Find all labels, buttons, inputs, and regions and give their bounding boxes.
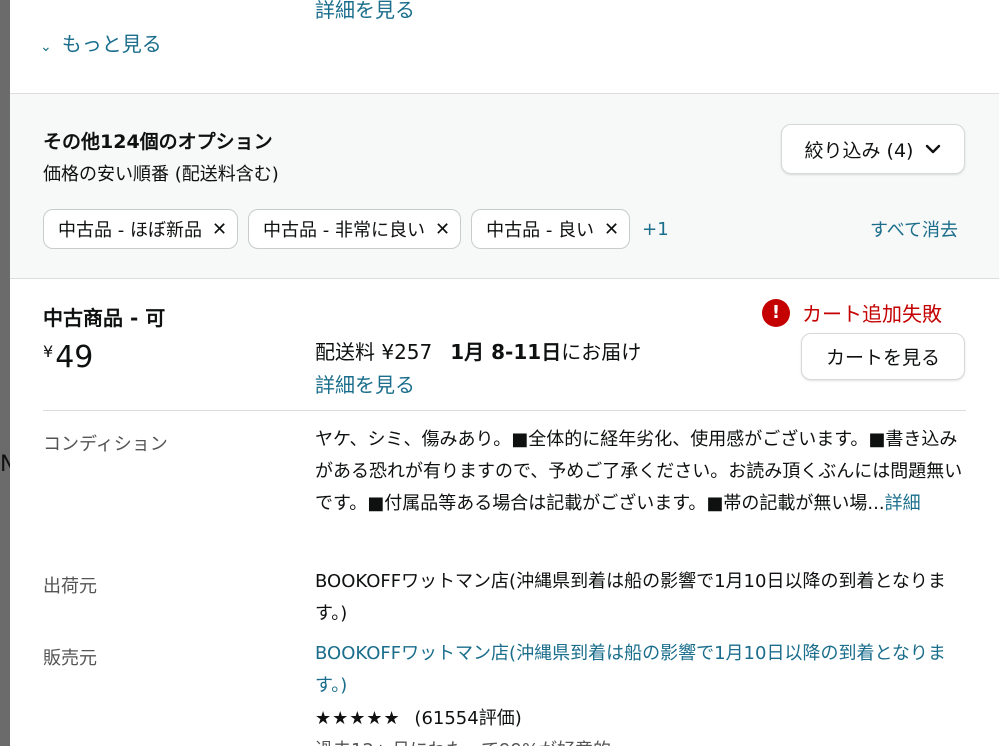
- cart-error-message: ! カート追加失敗: [762, 298, 942, 327]
- offer-condition-title: 中古商品 - 可: [43, 306, 166, 330]
- options-filter-section: その他124個のオプション 価格の安い順番 (配送料含む) 絞り込み (4) 中…: [10, 94, 999, 279]
- rating-count: (61554評価): [414, 708, 522, 729]
- positive-feedback-text: 過去12ヶ月にわたって99%が好意的: [315, 736, 611, 746]
- star-rating-icon: ★★★★★: [315, 708, 401, 729]
- currency-symbol: ¥: [43, 342, 54, 361]
- ships-from-label: 出荷元: [43, 576, 97, 597]
- chip-label: 中古品 - 非常に良い: [263, 220, 425, 241]
- price-value: 49: [55, 340, 94, 375]
- filter-button[interactable]: 絞り込み (4): [781, 124, 965, 174]
- offer-price: ¥49: [43, 340, 93, 375]
- close-icon[interactable]: ✕: [435, 219, 450, 240]
- condition-description: ヤケ、シミ、傷みあり。■全体的に経年劣化、使用感がございます。■書き込みがある恐…: [315, 424, 970, 520]
- options-title: その他124個のオプション: [43, 131, 273, 153]
- filter-chip-very-good[interactable]: 中古品 - 非常に良い ✕: [248, 209, 462, 249]
- close-icon[interactable]: ✕: [604, 219, 619, 240]
- alert-icon: !: [762, 298, 790, 327]
- filter-chip-like-new[interactable]: 中古品 - ほぼ新品 ✕: [43, 209, 239, 249]
- background-page-edge: [0, 0, 10, 746]
- background-fragment: N: [0, 452, 10, 477]
- close-icon[interactable]: ✕: [212, 219, 227, 240]
- delivery-suffix: にお届け: [561, 340, 642, 364]
- delivery-date: 1月 8-11日: [450, 340, 562, 364]
- condition-text: ヤケ、シミ、傷みあり。■全体的に経年劣化、使用感がございます。■書き込みがある恐…: [315, 429, 963, 514]
- shipping-detail-link[interactable]: 詳細を見る: [315, 369, 415, 398]
- condition-label: コンディション: [43, 434, 168, 455]
- chip-label: 中古品 - 良い: [486, 220, 595, 241]
- chevron-down-icon: ⌄: [40, 39, 52, 55]
- shipping-info: 配送料 ¥257 1月 8-11日にお届け: [315, 336, 641, 365]
- filter-button-label: 絞り込み (4): [804, 139, 914, 162]
- options-sort-subtitle: 価格の安い順番 (配送料含む): [43, 164, 279, 185]
- chevron-down-icon: [926, 144, 941, 154]
- active-filter-chips: 中古品 - ほぼ新品 ✕ 中古品 - 非常に良い ✕ 中古品 - 良い ✕ +1: [43, 209, 669, 249]
- ships-from-value: BOOKOFFワットマン店(沖縄県到着は船の影響で1月10日以降の到着となります…: [315, 571, 946, 624]
- view-cart-button[interactable]: カートを見る: [801, 333, 965, 380]
- more-filters-count[interactable]: +1: [642, 219, 669, 240]
- clear-all-filters-link[interactable]: すべて消去: [870, 216, 958, 242]
- sold-by-seller-link[interactable]: BOOKOFFワットマン店(沖縄県到着は船の影響で1月10日以降の到着となります…: [315, 638, 970, 702]
- seller-rating: ★★★★★ (61554評価): [315, 704, 522, 730]
- cart-error-text: カート追加失敗: [802, 302, 942, 326]
- condition-detail-link[interactable]: 詳細: [885, 493, 921, 514]
- filter-chip-good[interactable]: 中古品 - 良い ✕: [471, 209, 631, 249]
- see-more-label: もっと見る: [61, 32, 162, 56]
- offers-panel: 詳細を見る ⌄ もっと見る その他124個のオプション 価格の安い順番 (配送料含…: [10, 0, 999, 746]
- sold-by-label: 販売元: [43, 648, 97, 669]
- top-detail-link[interactable]: 詳細を見る: [315, 0, 415, 23]
- divider: [43, 410, 966, 411]
- chip-label: 中古品 - ほぼ新品: [58, 220, 202, 241]
- shipping-fee: 配送料 ¥257: [315, 340, 433, 364]
- see-more-link[interactable]: ⌄ もっと見る: [40, 28, 162, 57]
